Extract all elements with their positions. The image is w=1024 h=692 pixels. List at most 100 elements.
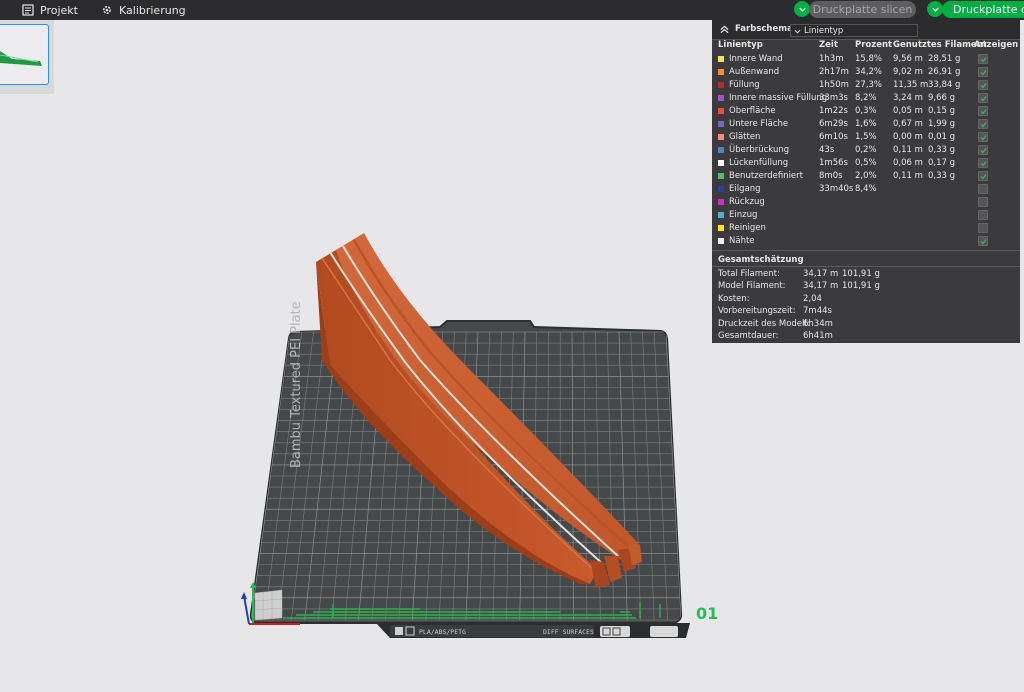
legend-row: Innere Wand 1h3m 15,8% 9,56 m 28,51 g	[712, 53, 1020, 66]
legend-label: Oberfläche	[729, 106, 776, 116]
legend-time: 1h3m	[819, 54, 844, 64]
legend-time: 33m3s	[819, 93, 848, 103]
summary-row: Vorbereitungszeit: 7m44s	[712, 305, 1020, 317]
checkmark-icon	[980, 96, 987, 102]
summary-label: Kosten:	[718, 293, 750, 304]
show-checkbox[interactable]	[978, 67, 988, 77]
show-checkbox[interactable]	[978, 145, 988, 155]
show-checkbox[interactable]	[978, 80, 988, 90]
checkmark-icon	[980, 239, 987, 245]
show-checkbox[interactable]	[978, 171, 988, 181]
legend-row: Innere massive Füllung 33m3s 8,2% 3,24 m 9,6…	[712, 92, 1020, 105]
col-header-time: Zeit	[819, 40, 838, 50]
legend-weight: 1,99 g	[928, 119, 956, 129]
print-plate-button[interactable]: Druckplatte drucken	[942, 1, 1024, 18]
show-checkbox[interactable]	[978, 106, 988, 116]
legend-row: Untere Fläche 6m29s 1,6% 0,67 m 1,99 g	[712, 118, 1020, 131]
legend-length: 0,67 m	[893, 119, 923, 129]
legend-row: Eilgang 33m40s 8,4%	[712, 183, 1020, 196]
legend-weight: 26,91 g	[928, 67, 961, 77]
color-swatch	[718, 134, 724, 140]
slice-dropdown-button[interactable]	[794, 1, 810, 17]
legend-label: Reinigen	[729, 223, 766, 233]
color-swatch	[718, 173, 724, 179]
legend-length: 0,11 m	[893, 145, 923, 155]
summary-value-2: 101,91 g	[842, 281, 880, 292]
legend-row: Nähte	[712, 235, 1020, 248]
legend-length: 0,11 m	[893, 171, 923, 181]
legend-label: Überbrückung	[729, 145, 790, 155]
summary-value: 34,17 m	[803, 281, 839, 292]
view-type-select[interactable]: Linientyp	[790, 24, 918, 37]
summary-value: 34,17 m	[803, 269, 839, 279]
color-scheme-panel: Farbschema Linientyp Linientyp Zeit Proz…	[712, 20, 1020, 343]
show-checkbox[interactable]	[978, 93, 988, 103]
show-checkbox[interactable]	[978, 119, 988, 129]
legend-row: Füllung 1h50m 27,3% 11,35 m 33,84 g	[712, 79, 1020, 92]
legend-length: 3,24 m	[893, 93, 923, 103]
summary-value: 6h34m	[803, 318, 833, 329]
show-checkbox[interactable]	[978, 184, 988, 194]
checkmark-icon	[980, 148, 987, 154]
origin-cube	[254, 589, 283, 621]
color-swatch	[718, 82, 724, 88]
col-header-show: Anzeigen	[974, 40, 1019, 50]
summary-value: 2,04	[803, 293, 822, 304]
checkmark-icon	[980, 83, 987, 89]
chevron-down-icon	[798, 7, 806, 12]
legend-label: Rückzug	[729, 197, 765, 207]
legend-row: Rückzug	[712, 196, 1020, 209]
legend-percent: 0,3%	[855, 106, 877, 116]
legend-row: Einzug	[712, 209, 1020, 222]
legend-time: 1m56s	[819, 158, 848, 168]
legend-row: Oberfläche 1m22s 0,3% 0,05 m 0,15 g	[712, 105, 1020, 118]
print-dropdown-button[interactable]	[927, 1, 943, 17]
legend-time: 8m0s	[819, 171, 843, 181]
summary-row: Total Filament: 34,17 m 101,91 g	[712, 268, 1020, 280]
show-checkbox[interactable]	[978, 132, 988, 142]
col-header-type: Linientyp	[718, 40, 763, 50]
checkmark-icon	[980, 122, 987, 128]
legend-length: 0,05 m	[893, 106, 923, 116]
project-icon	[22, 4, 34, 16]
legend-length: 0,06 m	[893, 158, 923, 168]
legend-percent: 8,2%	[855, 93, 877, 103]
panel-header: Farbschema Linientyp	[712, 20, 1020, 40]
checkmark-icon	[980, 109, 987, 115]
show-checkbox[interactable]	[978, 210, 988, 220]
checkmark-icon	[980, 174, 987, 180]
legend-label: Lückenfüllung	[729, 158, 789, 168]
legend-label: Innere Wand	[729, 54, 783, 64]
chevron-down-icon	[931, 7, 939, 12]
summary-label: Gesamtdauer:	[718, 331, 779, 341]
legend-weight: 0,15 g	[928, 106, 956, 116]
gear-icon	[103, 6, 111, 14]
legend-time: 1m22s	[819, 106, 848, 116]
color-swatch	[718, 147, 724, 153]
show-checkbox[interactable]	[978, 236, 988, 246]
show-checkbox[interactable]	[978, 223, 988, 233]
show-checkbox[interactable]	[978, 158, 988, 168]
collapse-icon[interactable]	[720, 25, 729, 34]
legend-length: 0,00 m	[893, 132, 923, 142]
plate-arrange-button[interactable]	[650, 626, 678, 637]
legend-time: 6m10s	[819, 132, 848, 142]
color-swatch	[718, 212, 724, 218]
legend-weight: 28,51 g	[928, 54, 961, 64]
legend-row: Reinigen	[712, 222, 1020, 235]
project-label: Projekt	[40, 3, 78, 17]
calibration-label: Kalibrierung	[119, 3, 186, 17]
color-swatch	[718, 56, 724, 62]
section-divider	[712, 266, 1020, 267]
legend-label: Nähte	[729, 236, 755, 246]
show-checkbox[interactable]	[978, 54, 988, 64]
legend-label: Füllung	[729, 80, 760, 90]
show-checkbox[interactable]	[978, 197, 988, 207]
legend-time: 1h50m	[819, 80, 849, 90]
project-tab[interactable]: Projekt	[22, 0, 78, 20]
slice-plate-button[interactable]: Druckplatte slicen	[809, 1, 916, 18]
checkmark-icon	[980, 135, 987, 141]
plate-thumbnail[interactable]	[0, 24, 49, 85]
legend-row: Überbrückung 43s 0,2% 0,11 m 0,33 g	[712, 144, 1020, 157]
calibration-tab[interactable]: Kalibrierung	[101, 0, 186, 20]
